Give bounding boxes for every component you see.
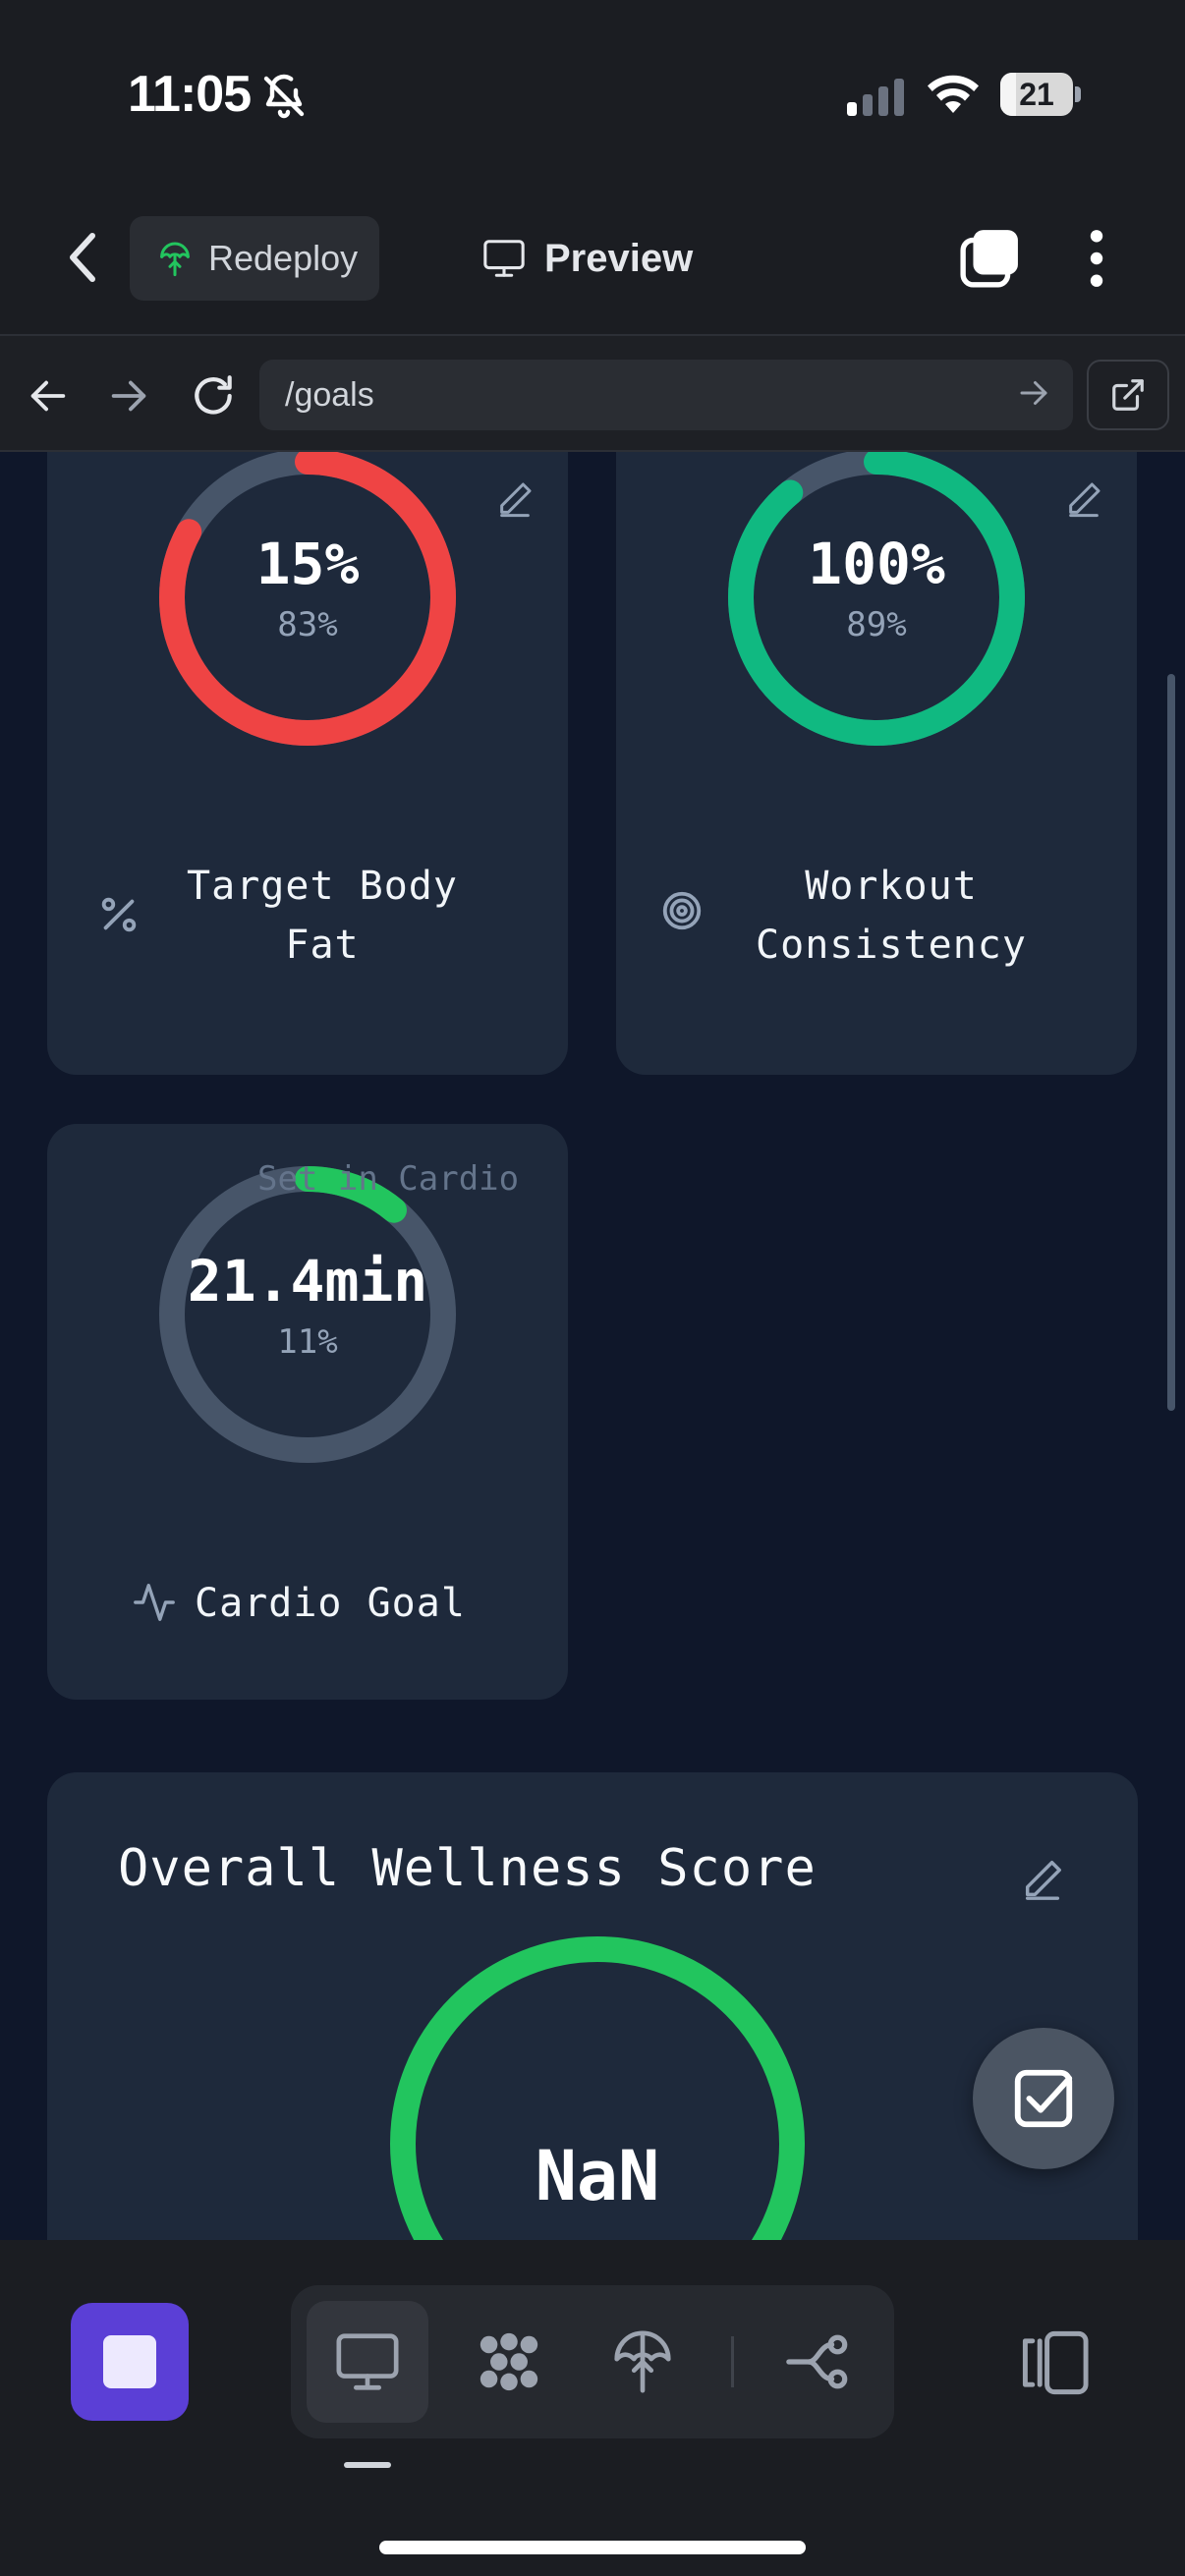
set-in-cardio-note: Set in Cardio	[257, 1159, 520, 1199]
target-icon	[662, 891, 702, 930]
activity-icon	[134, 1584, 175, 1621]
home-indicator[interactable]	[379, 2541, 806, 2554]
goal-current-value: 15%	[255, 531, 360, 597]
git-branch-icon	[786, 2334, 848, 2389]
goal-title-line2: Consistency	[756, 923, 1027, 968]
battery-indicator: 21	[1000, 73, 1081, 116]
stop-icon	[103, 2335, 156, 2388]
url-input[interactable]: /goals	[259, 360, 1073, 430]
app-bar: Redeploy Preview	[0, 187, 1185, 334]
wellness-score-card: Overall Wellness Score NaN	[47, 1772, 1138, 2240]
battery-level: 21	[1019, 77, 1054, 112]
reload-icon[interactable]	[189, 371, 238, 420]
goal-progress-percent: 83%	[277, 605, 338, 644]
arrow-left-icon[interactable]	[26, 373, 71, 419]
monitor-icon	[483, 240, 525, 277]
external-link-icon	[1112, 379, 1144, 411]
goal-title: Target Body Fat	[155, 857, 489, 975]
goal-card-target-body-fat[interactable]: 15% 83% Target Body Fat	[47, 452, 568, 1075]
goal-current-value: 100%	[808, 531, 945, 597]
progress-ring	[728, 452, 1025, 746]
cellular-signal-icon	[847, 79, 904, 116]
redeploy-button[interactable]: Redeploy	[130, 216, 379, 301]
browser-url-bar: /goals	[0, 334, 1185, 452]
goal-card-workout-consistency[interactable]: 100% 89% Workout Consistency	[616, 452, 1137, 1075]
open-external-button[interactable]	[1087, 360, 1169, 430]
status-time: 11:05	[128, 66, 252, 123]
goal-progress-percent: 11%	[277, 1322, 338, 1362]
bottom-toolbar	[0, 2240, 1185, 2576]
monitor-icon	[336, 2333, 399, 2390]
checkbox-icon	[1014, 2069, 1073, 2128]
percent-icon	[101, 897, 137, 932]
tool-git[interactable]	[757, 2301, 878, 2423]
toolbar-divider	[731, 2336, 734, 2387]
preview-button[interactable]: Preview	[481, 216, 727, 301]
wifi-icon	[928, 75, 979, 113]
back-chevron-icon[interactable]	[61, 228, 104, 287]
wellness-value: NaN	[535, 2136, 660, 2216]
status-bar: 11:05 21	[0, 0, 1185, 187]
view-switcher	[291, 2285, 894, 2438]
more-options-icon[interactable]	[1075, 228, 1118, 289]
goal-title-line1: Workout	[805, 864, 978, 909]
preview-label: Preview	[544, 236, 694, 280]
goal-current-value: 21.4min	[187, 1248, 428, 1315]
wellness-title: Overall Wellness Score	[118, 1839, 817, 1898]
panel-toggle-icon[interactable]	[1018, 2328, 1091, 2397]
goal-title: Cardio Goal	[195, 1581, 466, 1626]
tool-agent[interactable]	[448, 2301, 570, 2423]
progress-ring	[159, 452, 456, 746]
go-arrow-icon[interactable]	[1016, 375, 1051, 411]
deploy-icon	[614, 2330, 671, 2393]
floating-action-button[interactable]	[973, 2028, 1114, 2169]
progress-ring	[159, 1166, 456, 1463]
tool-deploy[interactable]	[582, 2301, 704, 2423]
goal-card-cardio-goal[interactable]: Set in Cardio 21.4min 11% Cardio Goal	[47, 1124, 568, 1700]
edit-pencil-icon[interactable]	[1064, 479, 1103, 519]
goal-progress-percent: 89%	[846, 605, 907, 644]
progress-arc	[728, 452, 1025, 746]
bell-slash-icon	[263, 74, 305, 119]
deploy-icon	[160, 242, 190, 277]
redeploy-label: Redeploy	[208, 238, 359, 278]
arrow-right-icon[interactable]	[106, 373, 151, 419]
goal-title-line2: Fat	[285, 923, 360, 968]
active-tab-indicator	[344, 2462, 391, 2468]
edit-pencil-icon[interactable]	[1020, 1857, 1065, 1902]
tabs-icon[interactable]	[959, 228, 1020, 289]
goals-content: 15% 83% Target Body Fat 100% 89% Workout…	[0, 452, 1185, 2240]
edit-pencil-icon[interactable]	[495, 479, 535, 519]
scrollbar[interactable]	[1167, 674, 1175, 1411]
stop-button[interactable]	[71, 2303, 189, 2421]
goal-title-line1: Target Body	[187, 864, 458, 909]
goal-title: Workout Consistency	[705, 857, 1078, 975]
tool-preview[interactable]	[307, 2301, 428, 2423]
agent-icon	[480, 2332, 538, 2391]
